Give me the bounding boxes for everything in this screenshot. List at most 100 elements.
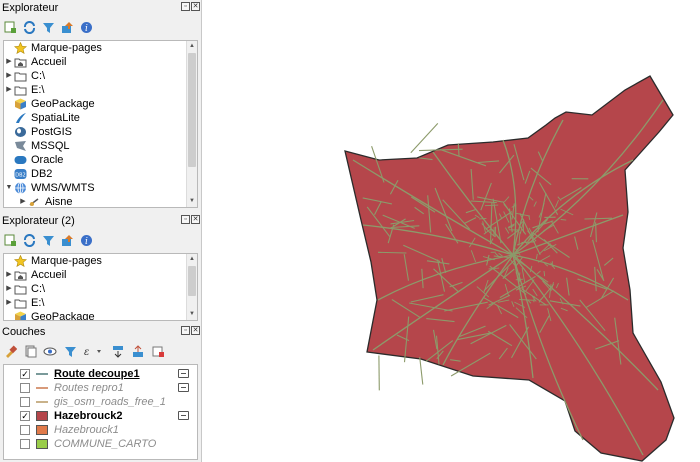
- expand-arrow-icon[interactable]: ▶: [4, 268, 14, 282]
- browser2-panel-title: Explorateur (2) ▫ ✕: [2, 215, 200, 227]
- visibility-eye-icon[interactable]: [43, 344, 57, 358]
- float-icon[interactable]: ▫: [181, 215, 190, 224]
- layers-tree[interactable]: ✓ Route decoupe1 Routes repro1 gis_osm_road…: [3, 364, 198, 460]
- collapse-icon[interactable]: [60, 233, 74, 247]
- layer-item[interactable]: Routes repro1: [4, 381, 197, 395]
- browser-item-label: WMS/WMTS: [31, 182, 95, 194]
- scroll-down-icon[interactable]: ▼: [187, 196, 197, 207]
- scroll-thumb[interactable]: [188, 53, 196, 167]
- browser-item[interactable]: Marque-pages: [4, 254, 197, 268]
- expand-arrow-icon[interactable]: ▶: [4, 55, 14, 69]
- browser-item[interactable]: Marque-pages: [4, 41, 197, 55]
- float-icon[interactable]: ▫: [181, 326, 190, 335]
- wms-icon: [14, 182, 27, 194]
- browser-item[interactable]: DB2 DB2: [4, 167, 197, 181]
- scrollbar[interactable]: ▲ ▼: [186, 254, 197, 320]
- collapse-all-icon[interactable]: [131, 344, 145, 358]
- db2-icon: DB2: [14, 168, 27, 180]
- expand-arrow-icon[interactable]: ▶: [4, 83, 14, 97]
- style-brush-icon[interactable]: [3, 344, 17, 358]
- browser-item-label: Marque-pages: [31, 255, 102, 267]
- road-segment: [377, 251, 407, 254]
- browser-item[interactable]: ▶ C:\: [4, 69, 197, 83]
- oracle-icon: [14, 154, 27, 166]
- layer-filter-indicator-icon[interactable]: [178, 383, 189, 392]
- folder-icon: [14, 283, 27, 295]
- scroll-up-icon[interactable]: ▲: [187, 41, 197, 52]
- expand-arrow-icon[interactable]: ▶: [4, 69, 14, 83]
- browser-item[interactable]: ▶ E:\: [4, 296, 197, 310]
- layer-item[interactable]: ✓ Hazebrouck2: [4, 409, 197, 423]
- browser-item[interactable]: PostGIS: [4, 125, 197, 139]
- scroll-up-icon[interactable]: ▲: [187, 254, 197, 265]
- svg-text:ε: ε: [84, 347, 89, 358]
- add-layer-icon[interactable]: [3, 20, 17, 34]
- expand-arrow-icon[interactable]: ▶: [4, 296, 14, 310]
- layer-item[interactable]: COMMUNE_CARTO: [4, 437, 197, 451]
- svg-text:i: i: [85, 237, 88, 247]
- browser-tree[interactable]: Marque-pages ▶ Accueil ▶ C:\ ▶ E:\ GeoPackage Sp…: [3, 40, 198, 208]
- browser-item[interactable]: Oracle: [4, 153, 197, 167]
- layer-label: Hazebrouck2: [54, 410, 123, 422]
- browser-item[interactable]: ▶ E:\: [4, 83, 197, 97]
- filter-expression-icon[interactable]: ε: [83, 344, 105, 358]
- map-svg[interactable]: [203, 0, 700, 462]
- scroll-down-icon[interactable]: ▼: [187, 309, 197, 320]
- expand-arrow-icon[interactable]: ▶: [18, 195, 28, 207]
- filter-icon[interactable]: [63, 344, 77, 358]
- browser-item[interactable]: ▶ Accueil: [4, 268, 197, 282]
- refresh-icon[interactable]: [22, 20, 36, 34]
- expand-arrow-icon[interactable]: ▼: [4, 181, 14, 195]
- close-icon[interactable]: ✕: [191, 326, 200, 335]
- layer-visibility-checkbox[interactable]: ✓: [20, 411, 30, 421]
- layer-visibility-checkbox[interactable]: [20, 425, 30, 435]
- filter-icon[interactable]: [41, 233, 55, 247]
- browser-item-label: Oracle: [31, 154, 64, 166]
- add-layer-icon[interactable]: [3, 233, 17, 247]
- layer-visibility-checkbox[interactable]: [20, 439, 30, 449]
- remove-layer-icon[interactable]: [151, 344, 165, 358]
- expand-all-icon[interactable]: [111, 344, 125, 358]
- browser-item-label: MSSQL: [31, 140, 70, 152]
- expand-arrow-icon[interactable]: ▶: [4, 282, 14, 296]
- browser-item[interactable]: ▼ WMS/WMTS: [4, 181, 197, 195]
- collapse-icon[interactable]: [60, 20, 74, 34]
- polygon-symbol-icon: [36, 411, 48, 421]
- road-segment: [484, 204, 499, 207]
- browser-item[interactable]: GeoPackage: [4, 97, 197, 111]
- star-icon: [14, 42, 27, 54]
- browser-item[interactable]: MSSQL: [4, 139, 197, 153]
- browser2-tree[interactable]: Marque-pages ▶ Accueil ▶ C:\ ▶ E:\ GeoPackage ▲…: [3, 253, 198, 321]
- browser-item-label: Marque-pages: [31, 42, 102, 54]
- close-icon[interactable]: ✕: [191, 215, 200, 224]
- close-icon[interactable]: ✕: [191, 2, 200, 11]
- line-symbol-icon: [36, 373, 48, 375]
- refresh-icon[interactable]: [22, 233, 36, 247]
- browser-item[interactable]: ▶ C:\: [4, 282, 197, 296]
- float-icon[interactable]: ▫: [181, 2, 190, 11]
- browser-item[interactable]: ▶ Aisne: [4, 195, 197, 207]
- info-icon[interactable]: i: [79, 233, 93, 247]
- home-folder-icon: [14, 269, 27, 281]
- browser-item-label: GeoPackage: [31, 311, 95, 321]
- browser-item[interactable]: GeoPackage: [4, 310, 197, 321]
- browser-item[interactable]: SpatiaLite: [4, 111, 197, 125]
- layer-item[interactable]: Hazebrouck1: [4, 423, 197, 437]
- scroll-thumb[interactable]: [188, 266, 196, 296]
- layer-visibility-checkbox[interactable]: [20, 397, 30, 407]
- layer-filter-indicator-icon[interactable]: [178, 369, 189, 378]
- layer-visibility-checkbox[interactable]: [20, 383, 30, 393]
- map-canvas[interactable]: [203, 0, 700, 462]
- add-group-icon[interactable]: [23, 344, 37, 358]
- layer-visibility-checkbox[interactable]: ✓: [20, 369, 30, 379]
- browser-item-label: Accueil: [31, 269, 67, 281]
- layer-filter-indicator-icon[interactable]: [178, 411, 189, 420]
- hazebrouck-commune-polygon: [344, 75, 675, 462]
- layer-item[interactable]: ✓ Route decoupe1: [4, 367, 197, 381]
- filter-icon[interactable]: [41, 20, 55, 34]
- browser-item[interactable]: ▶ Accueil: [4, 55, 197, 69]
- layer-item[interactable]: gis_osm_roads_free_1: [4, 395, 197, 409]
- scrollbar[interactable]: ▲ ▼: [186, 41, 197, 207]
- info-icon[interactable]: i: [79, 20, 93, 34]
- road-segment: [560, 219, 567, 221]
